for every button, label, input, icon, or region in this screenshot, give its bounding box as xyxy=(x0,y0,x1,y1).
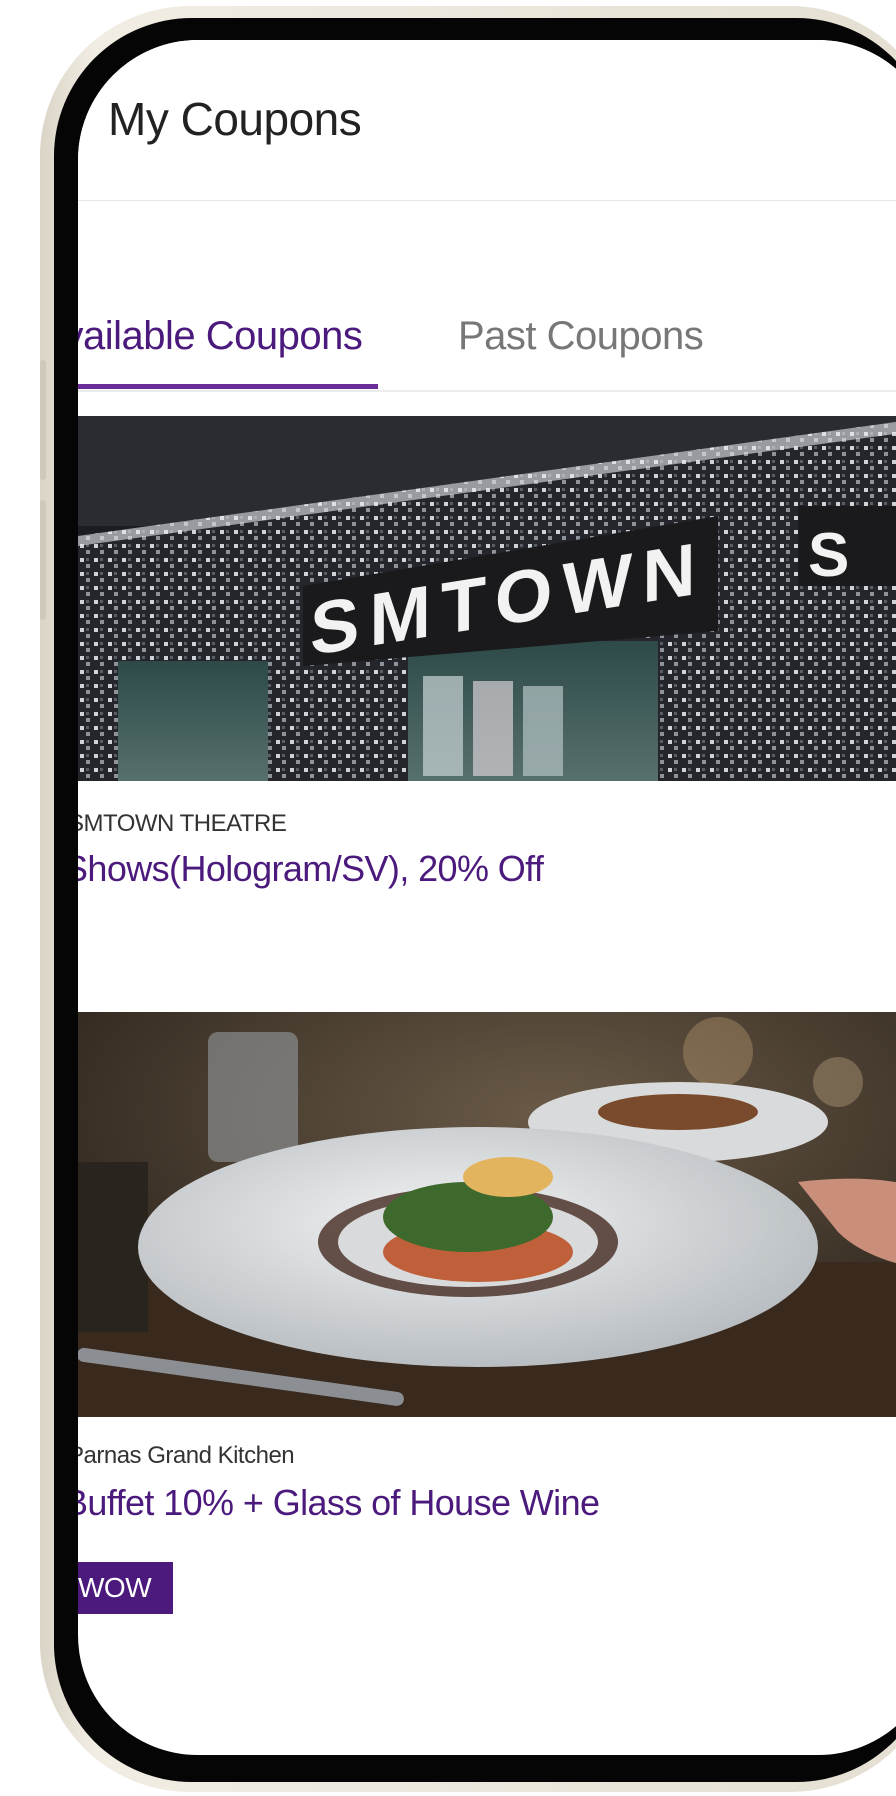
wow-badge: WOW xyxy=(78,1562,174,1614)
coupon-merchant: Parnas Grand Kitchen xyxy=(78,1442,295,1469)
coupon-card[interactable]: Parnas Grand Kitchen Buffet 10% + Glass … xyxy=(78,1012,896,1652)
coupon-tabs: Available Coupons Past Coupons xyxy=(78,200,896,392)
coupon-title: Shows(Hologram/SV), 20% Off xyxy=(78,848,544,889)
coupon-card[interactable]: SMTOWN S SMTOWN THEATRE Shows(Hologram/S… xyxy=(78,416,896,936)
active-tab-indicator xyxy=(78,384,378,389)
tab-past-coupons[interactable]: Past Coupons xyxy=(458,314,704,359)
volume-down-button xyxy=(40,500,46,620)
coupon-merchant: SMTOWN THEATRE xyxy=(78,810,287,837)
tab-available-coupons[interactable]: Available Coupons xyxy=(78,314,363,359)
smtown-building-image: SMTOWN S xyxy=(78,416,896,781)
svg-text:S: S xyxy=(808,521,849,590)
page-title: My Coupons xyxy=(108,93,362,145)
restaurant-dish-image xyxy=(78,1012,896,1417)
app-screen: My Coupons Available Coupons Past Coupon… xyxy=(78,40,896,1755)
app-header: My Coupons xyxy=(78,40,896,201)
coupon-image: SMTOWN S xyxy=(78,416,896,781)
volume-up-button xyxy=(40,360,46,480)
coupon-image xyxy=(78,1012,896,1417)
coupon-title: Buffet 10% + Glass of House Wine xyxy=(78,1482,600,1523)
